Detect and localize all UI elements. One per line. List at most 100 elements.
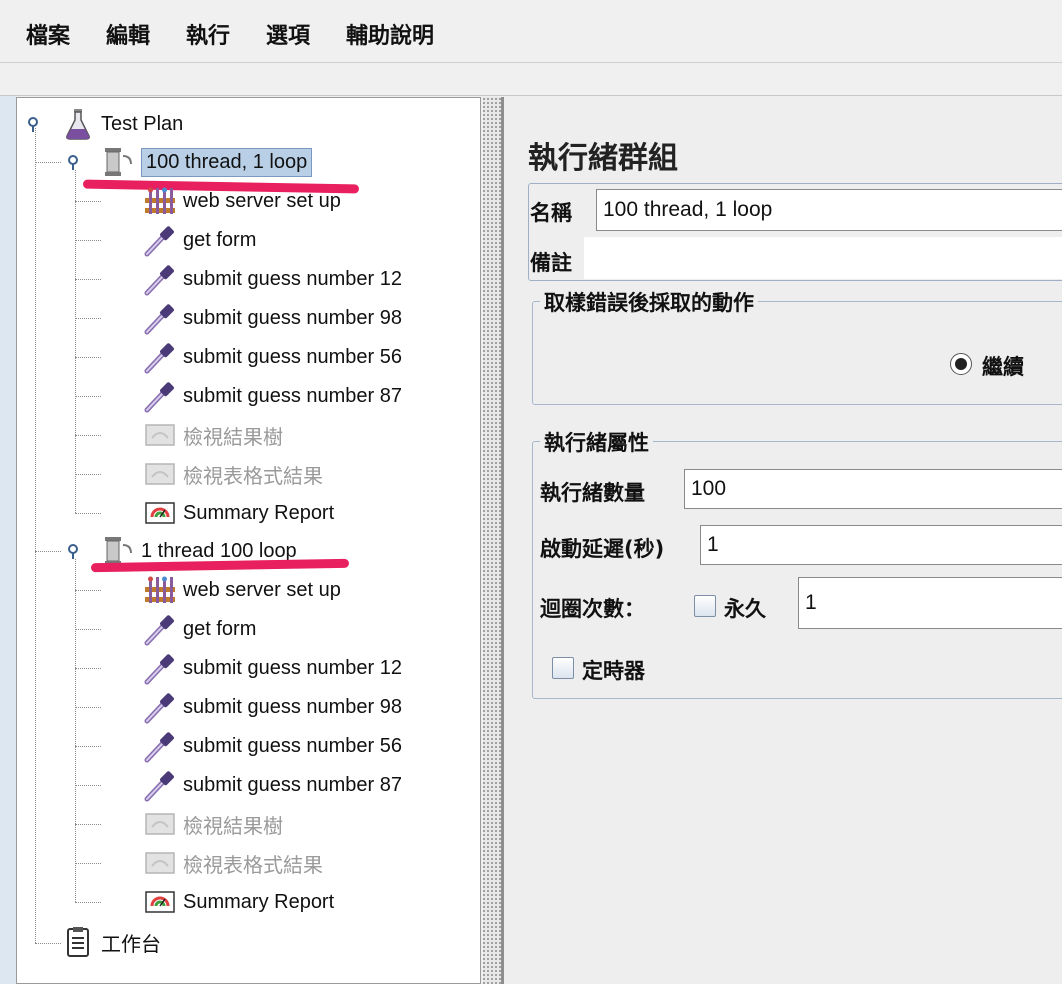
- collapse-handle-icon[interactable]: [67, 154, 83, 170]
- sampler-pipette-icon: [143, 340, 177, 374]
- tree-item-label: get form: [183, 228, 257, 251]
- menu-edit[interactable]: 編輯: [106, 18, 150, 50]
- tree-line: [75, 863, 101, 864]
- tree-item-child[interactable]: 檢視表格式結果: [143, 456, 323, 492]
- tree-line: [75, 170, 76, 513]
- ramp-up-label: 啟動延遲(秒): [540, 537, 665, 561]
- collapse-handle-icon[interactable]: [67, 543, 83, 559]
- tree-item-label: Summary Report: [183, 501, 335, 524]
- tree-item-child[interactable]: submit guess number 12: [143, 261, 402, 297]
- tree-item-child[interactable]: submit guess number 98: [143, 689, 402, 725]
- tree-item-child[interactable]: submit guess number 87: [143, 767, 402, 803]
- config-element-icon: [143, 184, 177, 218]
- forever-checkbox[interactable]: [694, 595, 716, 617]
- comment-input[interactable]: [584, 237, 1062, 279]
- loop-count-input[interactable]: [798, 577, 1062, 629]
- tree-item-label: 檢視表格式結果: [183, 465, 323, 488]
- error-action-title: 取樣錯誤後採取的動作: [540, 287, 758, 317]
- name-input[interactable]: [596, 189, 1062, 231]
- tree-item-label: 檢視結果樹: [183, 815, 283, 838]
- tree-line: [35, 551, 61, 552]
- tree-line: [75, 629, 101, 630]
- tree-line: [75, 279, 101, 280]
- tree-item-child[interactable]: submit guess number 56: [143, 728, 402, 764]
- tree-item-label: submit guess number 56: [183, 345, 403, 368]
- menu-file[interactable]: 檔案: [26, 18, 70, 50]
- thread-properties-title: 執行緒屬性: [540, 427, 653, 457]
- menu-run[interactable]: 執行: [186, 18, 230, 50]
- tree-line: [75, 396, 101, 397]
- menu-options[interactable]: 選項: [266, 18, 310, 50]
- thread-group-spool-icon: [101, 145, 135, 179]
- tree-item-label: 檢視表格式結果: [183, 854, 323, 877]
- name-label: 名稱: [530, 201, 572, 225]
- tree-item-label: 工作台: [101, 933, 161, 956]
- clipboard-icon: [61, 925, 95, 959]
- test-plan-tree: Test Plan 100 thread, 1 loop web server …: [16, 97, 481, 984]
- tree-line: [35, 162, 61, 163]
- sampler-pipette-icon: [143, 690, 177, 724]
- tree-item-label: submit guess number 87: [183, 773, 403, 796]
- tree-line: [75, 474, 101, 475]
- tree-item-child[interactable]: submit guess number 87: [143, 378, 402, 414]
- tree-item-thread-group-1[interactable]: 100 thread, 1 loop: [101, 144, 313, 180]
- tree-item-child[interactable]: 檢視結果樹: [143, 806, 283, 842]
- tree-line: [75, 318, 101, 319]
- tree-item-child[interactable]: 檢視結果樹: [143, 417, 283, 453]
- page-title: 執行緒群組: [528, 141, 678, 176]
- tree-line: [75, 785, 101, 786]
- tree-item-label: web server set up: [183, 189, 341, 212]
- tree-line: [75, 513, 101, 514]
- tree-item-workbench[interactable]: 工作台: [61, 924, 161, 960]
- flask-icon: [61, 107, 95, 141]
- tree-line: [75, 201, 101, 202]
- report-icon: [143, 496, 177, 530]
- tree-line: [75, 824, 101, 825]
- scheduler-label: 定時器: [582, 659, 645, 683]
- menu-help[interactable]: 輔助說明: [346, 18, 434, 50]
- tree-item-child[interactable]: Summary Report: [143, 884, 334, 920]
- tree-line: [75, 668, 101, 669]
- comment-label: 備註: [530, 251, 572, 275]
- tree-item-child[interactable]: get form: [143, 222, 256, 258]
- continue-radio[interactable]: [950, 353, 972, 375]
- tree-item-label: 1 thread 100 loop: [141, 539, 297, 562]
- tree-item-label: submit guess number 12: [183, 656, 403, 679]
- tree-line: [75, 357, 101, 358]
- tree-item-child[interactable]: submit guess number 56: [143, 339, 402, 375]
- tree-item-test-plan[interactable]: Test Plan: [61, 106, 183, 142]
- tree-line: [75, 435, 101, 436]
- tree-item-label: web server set up: [183, 578, 341, 601]
- tree-item-label: Summary Report: [183, 890, 335, 913]
- tree-item-child[interactable]: Summary Report: [143, 495, 334, 531]
- forever-label: 永久: [724, 597, 766, 621]
- tree-item-child[interactable]: 檢視表格式結果: [143, 845, 323, 881]
- sampler-pipette-icon: [143, 768, 177, 802]
- panel-splitter[interactable]: [483, 97, 501, 984]
- tree-line: [35, 128, 36, 943]
- sampler-pipette-icon: [143, 223, 177, 257]
- tree-item-label: submit guess number 56: [183, 734, 403, 757]
- listener-icon: [143, 807, 177, 841]
- ramp-up-input[interactable]: [700, 525, 1062, 565]
- tree-item-child[interactable]: web server set up: [143, 183, 341, 219]
- tree-item-child[interactable]: get form: [143, 611, 256, 647]
- tree-item-label: get form: [183, 617, 257, 640]
- thread-count-label: 執行緒數量: [540, 481, 645, 505]
- tree-line: [75, 240, 101, 241]
- listener-icon: [143, 457, 177, 491]
- thread-count-input[interactable]: [684, 469, 1062, 509]
- collapse-handle-icon[interactable]: [27, 116, 43, 132]
- tree-line: [75, 559, 76, 902]
- tree-item-child[interactable]: web server set up: [143, 572, 341, 608]
- scheduler-checkbox[interactable]: [552, 657, 574, 679]
- window-edge: [0, 96, 16, 984]
- loop-count-label: 迴圈次數：: [540, 597, 645, 621]
- listener-icon: [143, 846, 177, 880]
- tree-item-child[interactable]: submit guess number 12: [143, 650, 402, 686]
- toolbar: [0, 63, 1062, 96]
- config-element-icon: [143, 573, 177, 607]
- tree-line: [75, 590, 101, 591]
- tree-item-child[interactable]: submit guess number 98: [143, 300, 402, 336]
- continue-label: 繼續: [982, 355, 1024, 379]
